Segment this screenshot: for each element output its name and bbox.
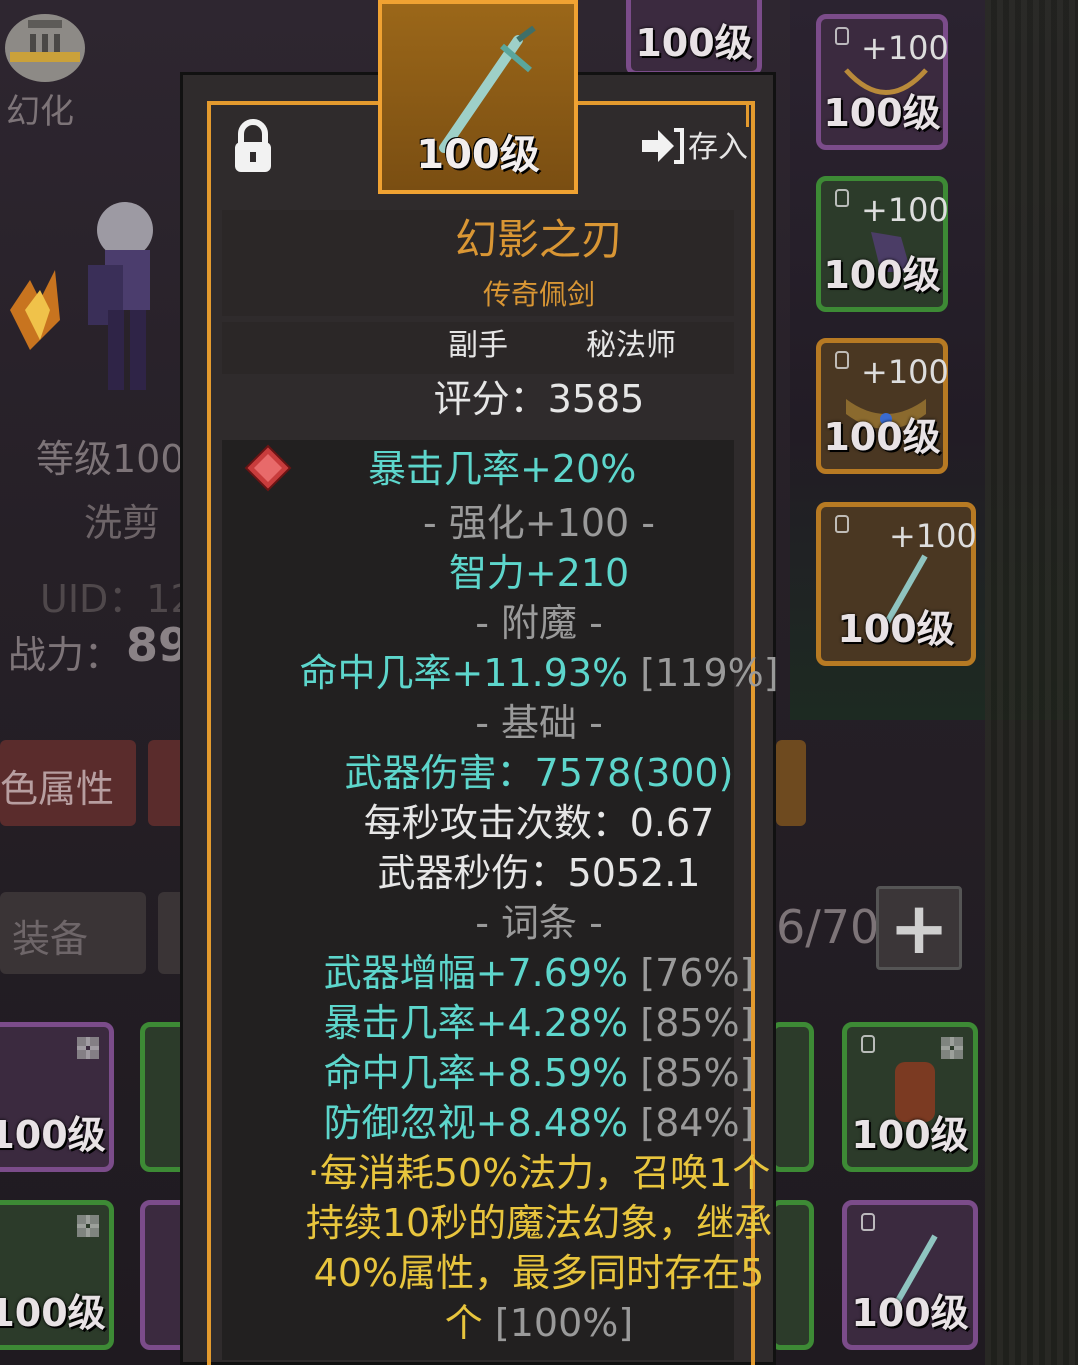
item-score: 评分：3585 [433,377,645,421]
weapon-damage: 武器伤害：7578(300) [344,751,734,795]
affix-stat: 命中几率+8.59% [323,1051,629,1095]
item-class: 秘法师 [586,328,676,363]
weapon-dps: 武器秒伤：5052.1 [377,851,701,895]
enchant-pct: [119%] [640,651,779,695]
enchant-stat: 命中几率+11.93% [299,651,629,695]
special-effect-pct: [100%] [494,1301,634,1345]
slot-plus: +100 [861,29,949,67]
affix-pct: [85%] [640,1051,755,1095]
gem-icon [244,444,292,492]
special-effect-line: 40%属性，最多同时存在5 [313,1251,765,1295]
lock-button[interactable] [232,118,274,176]
enhance-header: - 强化+100 - [423,501,655,545]
base-header: - 基础 - [475,701,603,745]
lock-icon [835,351,849,369]
special-effect-line: 持续10秒的魔法幻象，继承 [305,1201,773,1245]
store-button[interactable]: 存入 [640,122,750,168]
affix-stat: 防御忽视+8.48% [323,1101,629,1145]
helmet-icon [5,14,85,82]
gem-stat: 暴击几率+20% [368,447,637,491]
affix-line: 防御忽视+8.48% [84%] [0,1098,1078,1148]
transform-label: 幻化 [6,92,74,132]
item-name: 幻影之刃 [454,215,623,264]
enchant-header: - 附魔 - [475,601,603,645]
store-label: 存入 [688,130,748,165]
level-text: 等级100( [36,437,200,481]
login-arrow-icon [642,128,684,164]
transform-button[interactable]: 幻化 [0,0,90,132]
slot-level: 100级 [823,91,941,135]
enchant-line: 命中几率+11.93% [119%] [0,648,1078,698]
affix-stat: 武器增幅+7.69% [323,951,629,995]
item-level: 100级 [416,132,540,178]
enhance-stat: 智力+210 [448,551,630,595]
affix-pct: [76%] [640,951,755,995]
item-icon-box: 100级 [378,0,578,194]
equip-slot-right-1[interactable]: +100 100级 [816,14,949,150]
affix-header: - 词条 - [475,901,603,945]
slot-level: 100级 [635,21,753,65]
affix-pct: [84%] [640,1101,755,1145]
equip-slot-top-center[interactable]: 100级 [626,0,762,76]
affix-line: 暴击几率+4.28% [85%] [0,998,1078,1048]
special-effect-last-line: 个 [100%] [0,1298,1078,1348]
frame-corner [207,101,233,127]
item-slot: 副手 [448,328,508,363]
lock-icon [835,27,849,45]
affix-stat: 暴击几率+4.28% [323,1001,629,1045]
lock-icon [835,189,849,207]
affix-pct: [85%] [640,1001,755,1045]
affix-line: 命中几率+8.59% [85%] [0,1048,1078,1098]
special-effect-line: ·每消耗50%法力，召唤1个 [307,1151,771,1195]
lock-icon [235,119,271,172]
affix-line: 武器增幅+7.69% [76%] [0,948,1078,998]
attack-speed: 每秒攻击次数：0.67 [363,801,715,845]
item-type: 传奇佩剑 [482,278,595,311]
special-effect-end: 个 [444,1301,483,1345]
